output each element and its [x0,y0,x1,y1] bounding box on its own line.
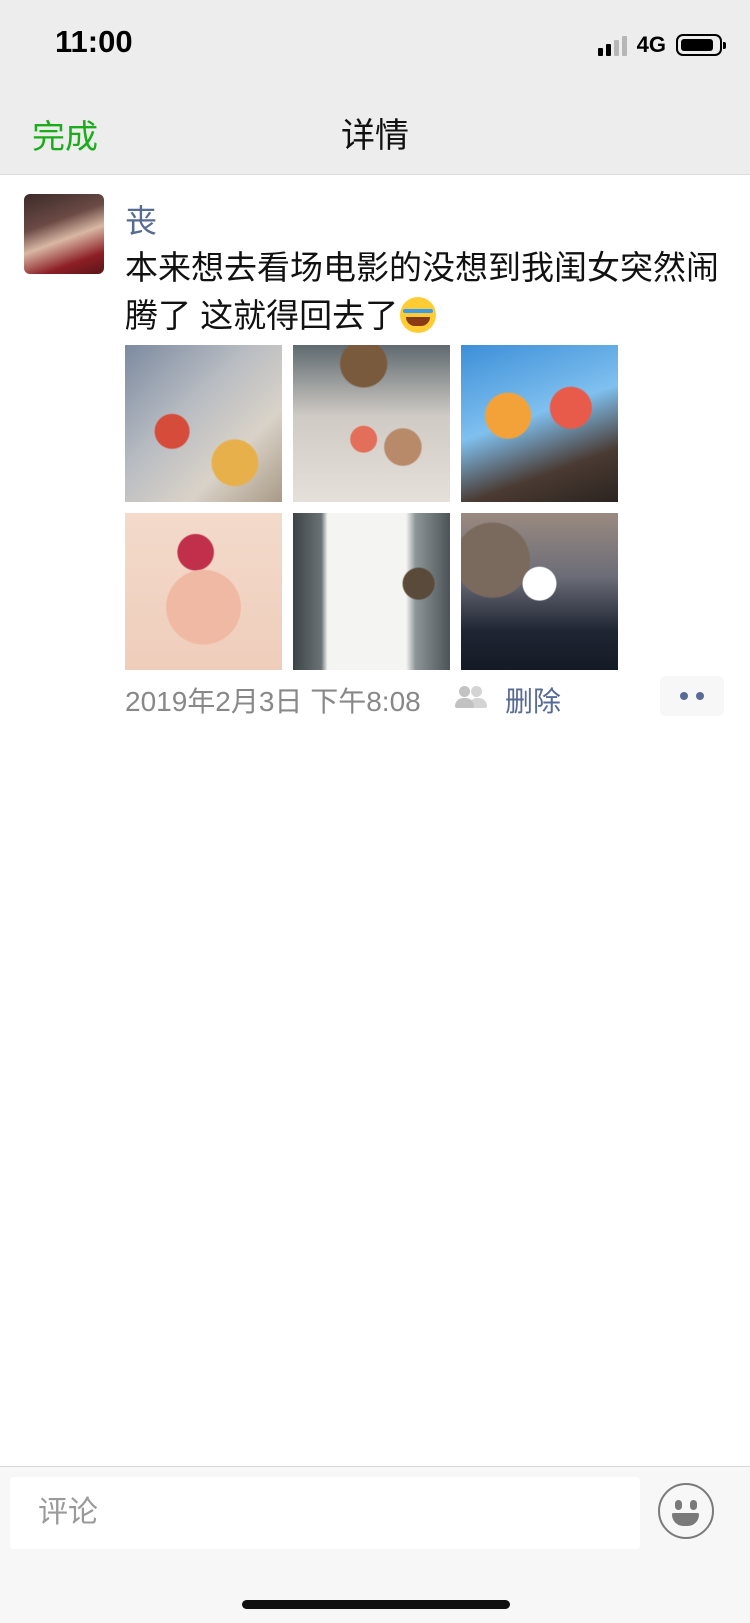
page-title: 详情 [341,117,409,155]
network-type: 4G [636,32,666,57]
signal-bars-icon [597,34,627,56]
comment-input[interactable] [10,1477,640,1549]
home-indicator[interactable] [242,1600,510,1609]
smiley-icon[interactable] [658,1483,714,1539]
photo-grid [125,345,625,671]
photo-paper-cut-selfie[interactable] [125,513,282,670]
status-indicators: 4G [597,32,726,58]
delete-button[interactable]: 删除 [505,680,561,720]
more-actions-button[interactable] [660,676,724,716]
photo-dinner-dishes[interactable] [293,345,450,502]
avatar[interactable] [24,194,104,274]
nav-bar: 完成 详情 [0,88,750,175]
photo-ice-cream-cups[interactable] [461,345,618,502]
post-timestamp: 2019年2月3日 下午8:08 [125,686,421,717]
photo-selfie-with-sticker[interactable] [461,513,618,670]
post-username[interactable]: 丧 [125,196,157,242]
post-text: 本来想去看场电影的没想到我闺女突然闹腾了 这就得回去了 [125,244,725,340]
photo-receipt[interactable] [293,513,450,670]
battery-icon [676,34,726,56]
more-dots-icon [680,692,688,700]
friends-visibility-icon[interactable] [455,686,487,708]
photo-hotpot-restaurant-table[interactable] [125,345,282,502]
tears-of-joy-emoji-icon [400,297,437,333]
post-meta-row: 2019年2月3日 下午8:08 删除 [125,676,725,722]
status-time: 11:00 [55,24,133,59]
status-bar: 11:00 4G [0,0,750,88]
